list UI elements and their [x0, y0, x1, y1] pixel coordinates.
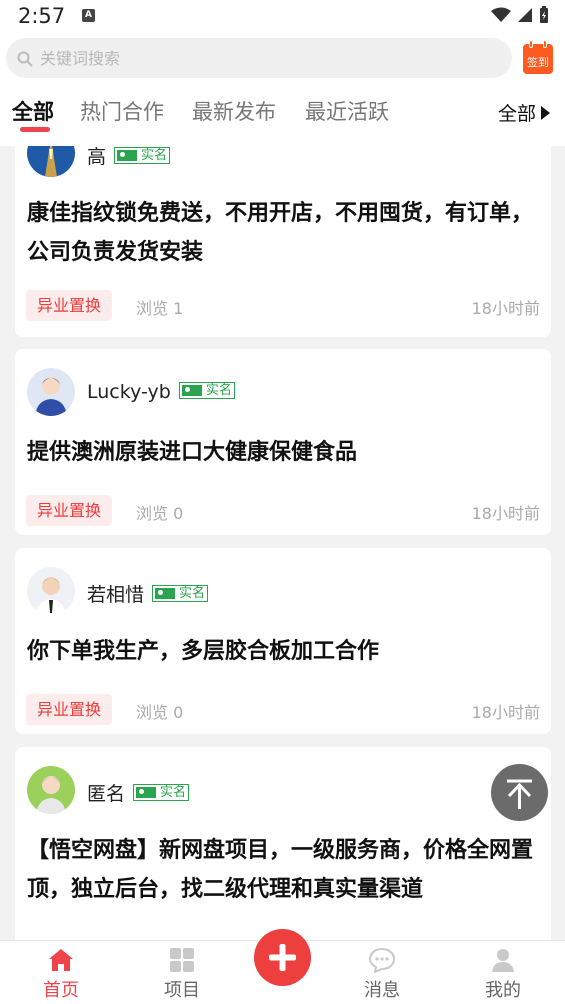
publish-plus-button[interactable] — [254, 929, 311, 986]
verified-badge: 实名 — [133, 784, 190, 801]
bottom-navigation: 首页 项目 消息 我的 — [0, 929, 565, 1004]
nav-messages-label: 消息 — [364, 980, 400, 1001]
verified-badge: 实名 — [152, 585, 209, 602]
tab-latest-posts[interactable]: 最新发布 — [192, 96, 276, 126]
view-count: 浏览 0 — [136, 504, 184, 523]
username[interactable]: 匿名 实名 — [87, 779, 190, 806]
id-card-icon — [117, 150, 138, 161]
person-icon — [492, 949, 514, 972]
male-avatar-icon — [35, 377, 67, 416]
post-time: 18小时前 — [471, 299, 540, 318]
post-card[interactable]: Lucky-yb 实名 提供澳洲原装进口大健康保健食品 异业置换 浏览 0 18小… — [15, 349, 551, 535]
id-card-icon — [155, 588, 176, 599]
search-icon — [17, 51, 33, 67]
tab-hot-cooperation[interactable]: 热门合作 — [80, 96, 164, 126]
avatar — [27, 567, 75, 615]
tab-recently-active[interactable]: 最近活跃 — [305, 96, 389, 126]
wifi-icon — [491, 7, 511, 22]
anonymous-avatar-icon — [36, 776, 66, 814]
username[interactable]: 若相惜 实名 — [87, 580, 209, 607]
arrow-up-icon — [507, 779, 532, 809]
status-icons — [491, 6, 549, 24]
caret-right-icon — [541, 105, 551, 120]
signal-icon — [518, 8, 532, 22]
post-title[interactable]: 康佳指纹锁免费送，不用开店，不用囤货，有订单，公司负责发货安装 — [27, 194, 533, 272]
calendar-hook-right — [543, 40, 547, 48]
post-time: 18小时前 — [471, 504, 540, 523]
id-card-icon — [181, 385, 202, 396]
avatar — [27, 368, 75, 416]
calendar-hook-left — [529, 40, 533, 48]
sign-in-button[interactable]: 签到 — [523, 40, 553, 74]
status-time: 2:57 — [18, 4, 66, 28]
username-text: 若相惜 — [87, 584, 145, 606]
grid-icon — [170, 948, 194, 972]
filter-all-label: 全部 — [498, 103, 537, 125]
avatar — [27, 766, 75, 814]
username[interactable]: Lucky-yb 实名 — [87, 381, 235, 403]
filter-all-button[interactable]: 全部 — [498, 99, 551, 126]
search-box[interactable] — [6, 38, 512, 78]
post-card[interactable]: 匿名 实名 【悟空网盘】新网盘项目，一级服务商，价格全网置顶，独立后台，找二级代理… — [15, 747, 551, 940]
category-tag[interactable]: 异业置换 — [26, 495, 113, 526]
businessman-avatar-icon — [36, 577, 66, 615]
username-text: 高 — [87, 146, 107, 168]
post-title[interactable]: 提供澳洲原装进口大健康保健食品 — [27, 433, 533, 472]
sign-in-label: 签到 — [527, 56, 549, 69]
verified-badge: 实名 — [114, 147, 171, 164]
category-tabs: 全部 热门合作 最新发布 最近活跃 全部 — [0, 84, 565, 146]
active-tab-indicator — [20, 127, 50, 132]
post-card[interactable]: 若相惜 实名 你下单我生产，多层胶合板加工合作 异业置换 浏览 0 18小时前 — [15, 548, 551, 734]
home-icon — [49, 949, 73, 971]
post-time: 18小时前 — [471, 703, 540, 722]
post-card[interactable]: 高实名 康佳指纹锁免费送，不用开店，不用囤货，有订单，公司负责发货安装 异业置换… — [15, 146, 551, 337]
chat-icon — [369, 947, 395, 973]
user-photo-icon — [45, 146, 57, 177]
scroll-to-top-button[interactable] — [491, 764, 548, 821]
post-title[interactable]: 【悟空网盘】新网盘项目，一级服务商，价格全网置顶，独立后台，找二级代理和真实量渠… — [27, 831, 533, 909]
category-tag[interactable]: 异业置换 — [26, 694, 113, 725]
status-bar: 2:57 A — [0, 0, 565, 34]
id-card-icon — [136, 787, 157, 798]
username-text: Lucky-yb — [87, 381, 171, 403]
username[interactable]: 高实名 — [87, 146, 171, 169]
nav-mine-label: 我的 — [485, 980, 521, 1001]
verified-badge: 实名 — [178, 382, 235, 399]
nav-projects-label: 项目 — [164, 980, 200, 1001]
avatar — [27, 146, 75, 177]
username-text: 匿名 — [87, 783, 126, 805]
post-title[interactable]: 你下单我生产，多层胶合板加工合作 — [27, 632, 533, 671]
view-count: 浏览 1 — [136, 299, 184, 318]
battery-icon — [540, 6, 548, 23]
nav-home-label: 首页 — [43, 980, 79, 1001]
plus-icon — [269, 944, 296, 971]
search-input[interactable] — [40, 38, 480, 78]
notification-a-icon: A — [82, 9, 95, 22]
view-count: 浏览 0 — [136, 703, 184, 722]
search-bar-row: 签到 — [0, 34, 565, 84]
category-tag[interactable]: 异业置换 — [26, 290, 113, 321]
tab-all[interactable]: 全部 — [12, 96, 54, 126]
post-feed[interactable]: 高实名 康佳指纹锁免费送，不用开店，不用囤货，有订单，公司负责发货安装 异业置换… — [0, 146, 565, 940]
